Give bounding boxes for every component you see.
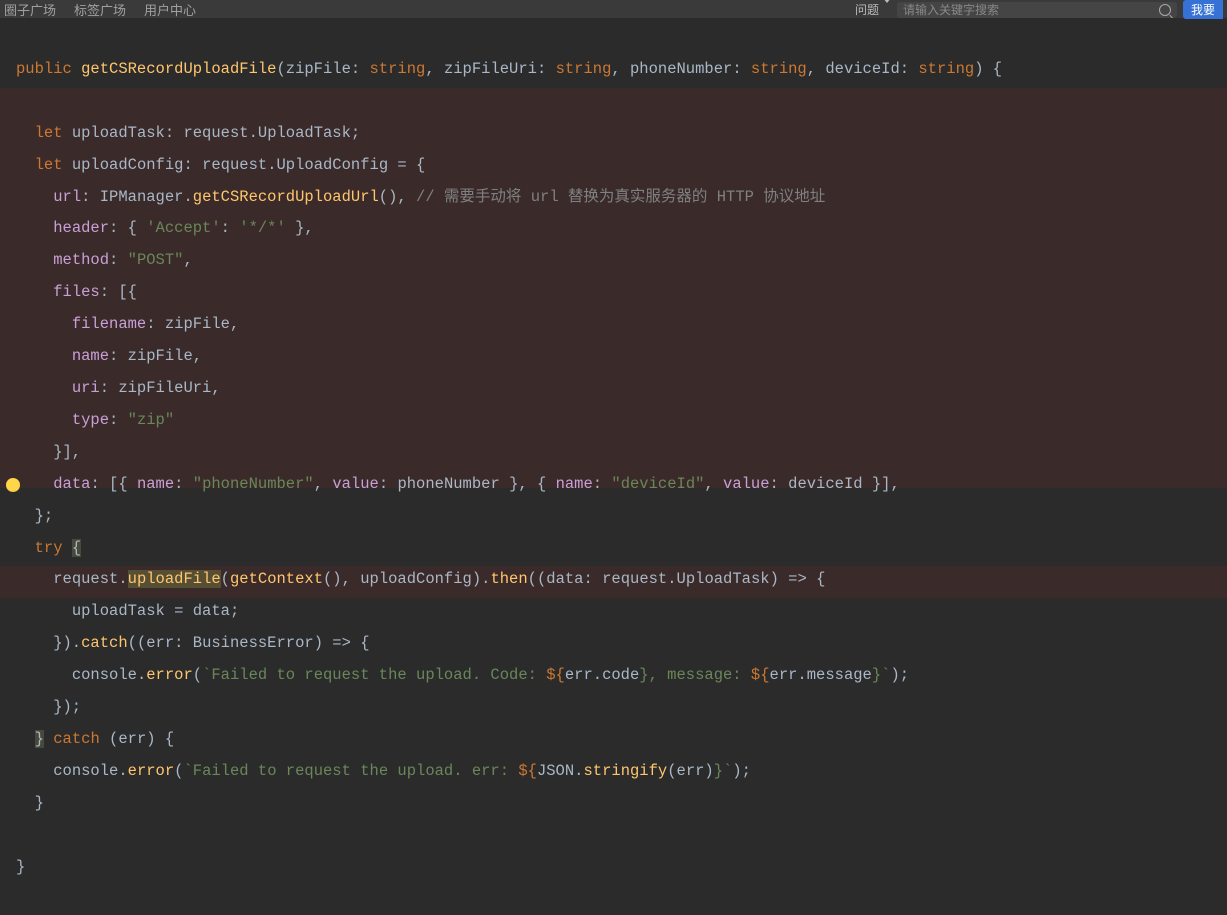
chevron-down-icon [883,0,891,17]
top-nav-bar: 圈子广场 标签广场 用户中心 问题 请输入关键字搜索 我要 [0,0,1227,18]
search-filter-dropdown[interactable]: 问题 [855,1,891,18]
nav-tags[interactable]: 标签广场 [74,0,126,19]
code-content[interactable]: public getCSRecordUploadFile(zipFile: st… [0,22,1227,915]
nav-user[interactable]: 用户中心 [144,0,196,19]
search-input[interactable]: 请输入关键字搜索 [897,2,1177,18]
nav-links: 圈子广场 标签广场 用户中心 [4,0,196,19]
nav-circle[interactable]: 圈子广场 [4,0,56,19]
code-editor[interactable]: public getCSRecordUploadFile(zipFile: st… [0,18,1227,915]
caret-word: uploadFile [128,570,221,588]
search-area: 问题 请输入关键字搜索 我要 [855,0,1223,19]
action-button[interactable]: 我要 [1183,0,1223,19]
editor-gutter [0,18,28,915]
lightbulb-icon[interactable] [6,478,20,492]
search-icon[interactable] [1159,4,1171,16]
